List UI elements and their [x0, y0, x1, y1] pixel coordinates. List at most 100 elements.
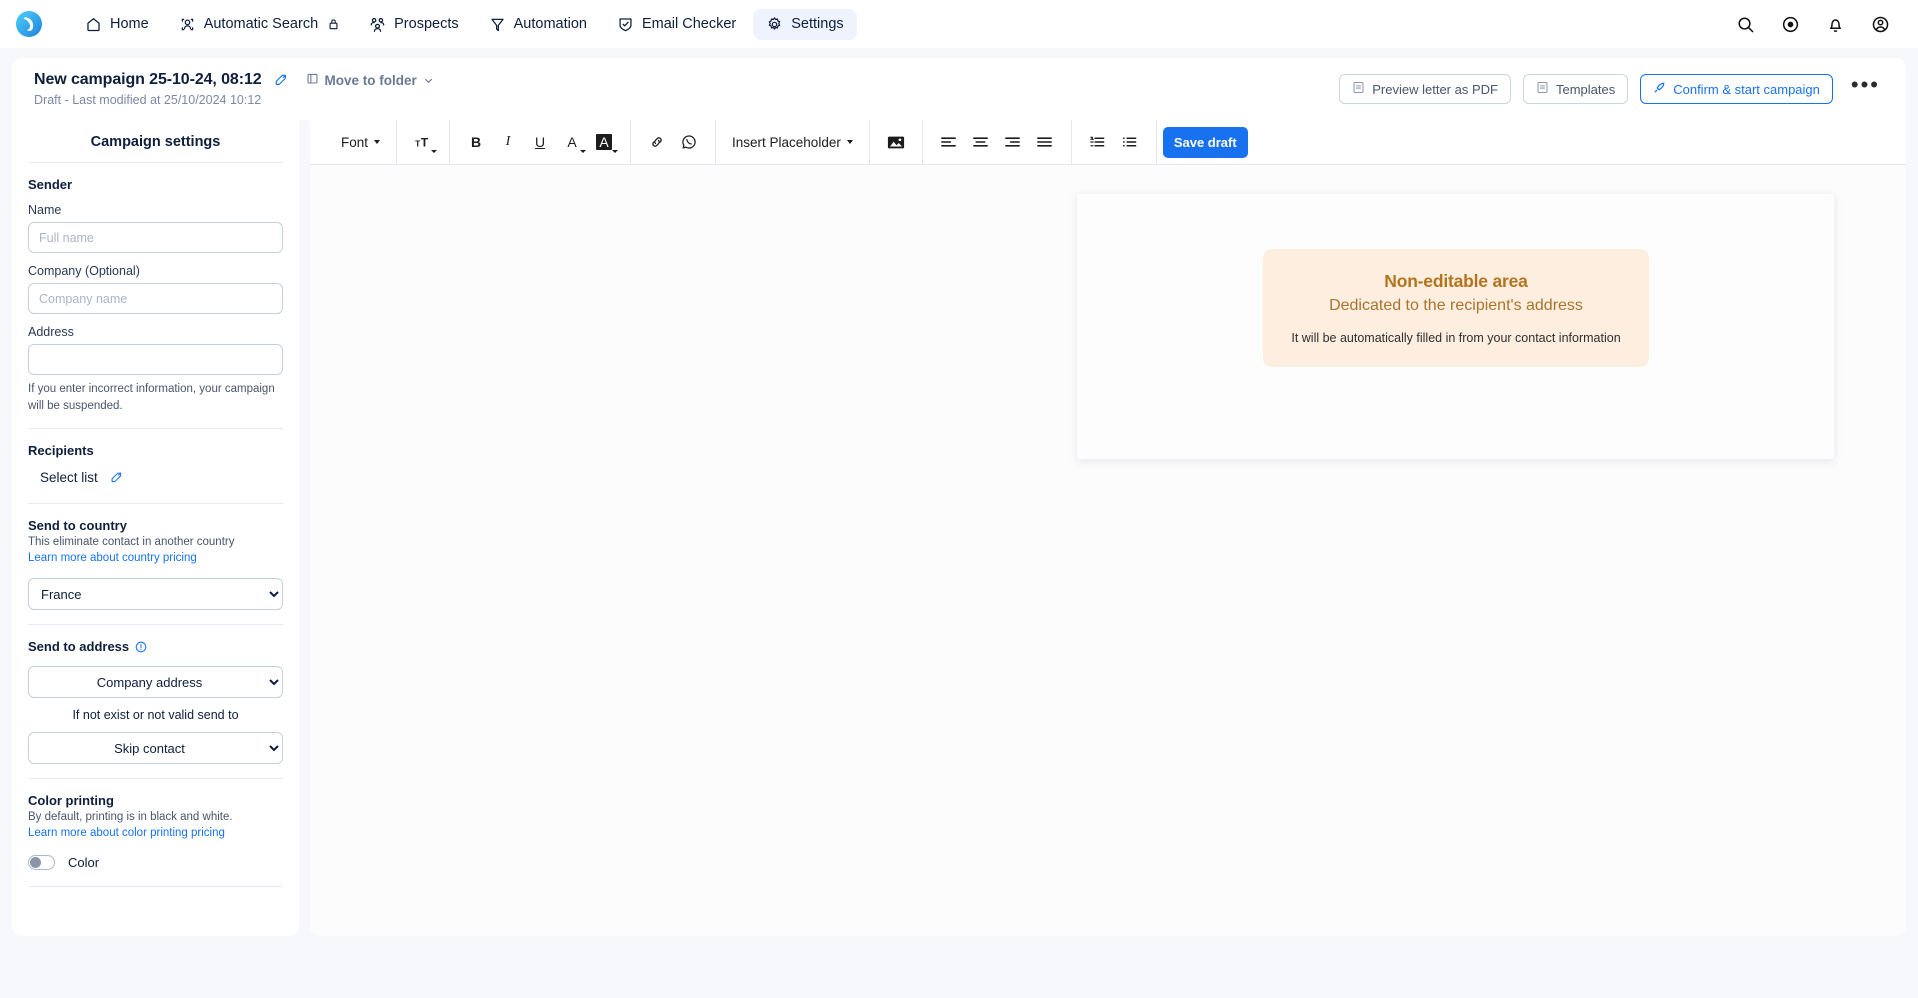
funnel-icon [489, 16, 506, 33]
color-printing-toggle[interactable] [28, 855, 55, 871]
toolbar-group-formatting: B I U A A [450, 120, 632, 164]
align-center-icon[interactable] [966, 127, 996, 157]
confirm-start-campaign-button[interactable]: Confirm & start campaign [1640, 74, 1833, 104]
preview-letter-pdf-button[interactable]: Preview letter as PDF [1339, 74, 1511, 104]
brand-logo-icon[interactable] [14, 9, 44, 39]
lock-icon [328, 18, 339, 30]
nav-item-home[interactable]: Home [72, 9, 162, 40]
chevron-down-icon [612, 150, 619, 153]
select-list-label: Select list [40, 470, 98, 486]
insert-placeholder-dropdown[interactable]: Insert Placeholder [727, 127, 858, 157]
non-editable-title: Non-editable area [1384, 271, 1528, 291]
whatsapp-icon[interactable] [674, 127, 704, 157]
search-icon[interactable] [1736, 15, 1755, 34]
send-to-address-fallback-select[interactable]: Skip contact [28, 732, 283, 765]
bullet-list-icon[interactable] [1115, 127, 1145, 157]
campaign-header-left: New campaign 25-10-24, 08:12 Move to fol… [34, 71, 434, 107]
sender-company-input[interactable] [28, 283, 283, 314]
toolbar-group-align [923, 120, 1072, 164]
toolbar-group-save: Save draft [1157, 120, 1259, 164]
save-draft-button[interactable]: Save draft [1162, 126, 1248, 158]
sidebar-section-recipients: Recipients Select list [28, 429, 283, 503]
underline-button[interactable]: U [525, 127, 555, 157]
bell-icon[interactable] [1826, 15, 1845, 34]
sender-address-input[interactable] [28, 344, 283, 375]
align-right-icon[interactable] [998, 127, 1028, 157]
sender-name-label: Name [28, 203, 62, 217]
text-size-icon[interactable]: T T [408, 127, 438, 157]
send-to-address-heading: Send to address [28, 639, 130, 655]
color-printing-heading: Color printing [28, 793, 114, 809]
pdf-file-icon [1352, 81, 1365, 97]
sidebar-section-send-to-address: Send to address Company address If not e… [28, 625, 283, 778]
more-horizontal-icon[interactable]: ••• [1845, 74, 1886, 98]
templates-label: Templates [1555, 81, 1616, 97]
nav-item-label: Prospects [394, 16, 459, 32]
nav-item-automatic-search[interactable]: Automatic Search [166, 9, 352, 40]
main-body: Campaign settings Sender Name Company (O… [0, 120, 1918, 998]
sender-heading: Sender [28, 177, 73, 192]
sidebar-section-color-printing: Color printing By default, printing is i… [28, 779, 283, 901]
send-to-address-primary-select[interactable]: Company address [28, 666, 283, 699]
bold-button[interactable]: B [461, 127, 491, 157]
color-toggle-label: Color [68, 855, 100, 871]
italic-button[interactable]: I [493, 127, 523, 157]
font-family-dropdown[interactable]: Font [336, 127, 385, 157]
person-search-icon [179, 16, 196, 33]
image-icon[interactable] [881, 127, 911, 157]
toolbar-group-links [631, 120, 717, 164]
sidebar-section-send-to-country: Send to country This eliminate contact i… [28, 504, 283, 624]
sender-company-label: Company (Optional) [28, 264, 140, 278]
toolbar-group-font: Font [325, 120, 398, 164]
nav-item-automation[interactable]: Automation [476, 9, 600, 40]
move-to-folder-label: Move to folder [324, 72, 417, 88]
sender-name-input[interactable] [28, 222, 283, 253]
toolbar-group-image [870, 120, 923, 164]
divider [28, 886, 283, 888]
toolbar-group-font-size: T T [397, 120, 451, 164]
chevron-down-icon [431, 150, 438, 153]
confirm-start-campaign-label: Confirm & start campaign [1673, 81, 1820, 97]
support-icon[interactable] [1781, 15, 1800, 34]
text-color-button[interactable]: A [557, 127, 587, 157]
align-left-icon[interactable] [934, 127, 964, 157]
campaign-status-subtitle: Draft - Last modified at 25/10/2024 10:1… [34, 93, 262, 107]
non-editable-address-block: Non-editable area Dedicated to the recip… [1263, 249, 1649, 367]
highlight-label: A [596, 134, 612, 150]
align-justify-icon[interactable] [1030, 127, 1060, 157]
send-to-country-description: This eliminate contact in another countr… [28, 536, 235, 549]
select-list-button[interactable]: Select list [28, 460, 283, 489]
gear-icon [766, 16, 783, 33]
template-file-icon [1536, 81, 1549, 97]
editor-toolbar: Font T T B I U A A Insert Placeholder Sa… [310, 120, 1906, 165]
highlight-color-button[interactable]: A [589, 127, 619, 157]
account-icon[interactable] [1871, 15, 1890, 34]
country-select[interactable]: France [28, 578, 283, 611]
shield-check-icon [617, 16, 634, 33]
letter-page[interactable]: Non-editable area Dedicated to the recip… [1077, 194, 1834, 459]
info-circle-icon[interactable] [135, 641, 147, 653]
toolbar-group-lists [1072, 120, 1157, 164]
move-to-folder-button[interactable]: Move to folder [306, 72, 434, 88]
ordered-list-icon[interactable] [1083, 127, 1113, 157]
color-printing-pricing-link[interactable]: Learn more about color printing pricing [28, 827, 225, 839]
sidebar-title: Campaign settings [90, 134, 221, 150]
letter-editor: Font T T B I U A A Insert Placeholder Sa… [310, 120, 1906, 936]
rocket-icon [1653, 81, 1666, 97]
chevron-down-icon [374, 140, 381, 144]
templates-button[interactable]: Templates [1522, 74, 1629, 104]
page-title: New campaign 25-10-24, 08:12 [34, 71, 262, 88]
edit-pencil-icon[interactable] [274, 73, 288, 87]
link-icon[interactable] [642, 127, 672, 157]
campaign-title-row: New campaign 25-10-24, 08:12 Move to fol… [34, 71, 434, 89]
edit-pencil-icon[interactable] [110, 471, 123, 484]
nav-item-label: Automation [513, 16, 587, 32]
nav-item-email-checker[interactable]: Email Checker [604, 9, 749, 40]
country-pricing-link[interactable]: Learn more about country pricing [28, 552, 197, 564]
text-color-label: A [567, 134, 577, 150]
sidebar-scroll-area[interactable]: Sender Name Company (Optional) Address I… [12, 163, 299, 936]
campaign-header: New campaign 25-10-24, 08:12 Move to fol… [12, 58, 1906, 120]
nav-item-settings[interactable]: Settings [753, 8, 857, 40]
letter-canvas[interactable]: Non-editable area Dedicated to the recip… [310, 165, 1906, 936]
nav-item-prospects[interactable]: Prospects [356, 9, 471, 40]
